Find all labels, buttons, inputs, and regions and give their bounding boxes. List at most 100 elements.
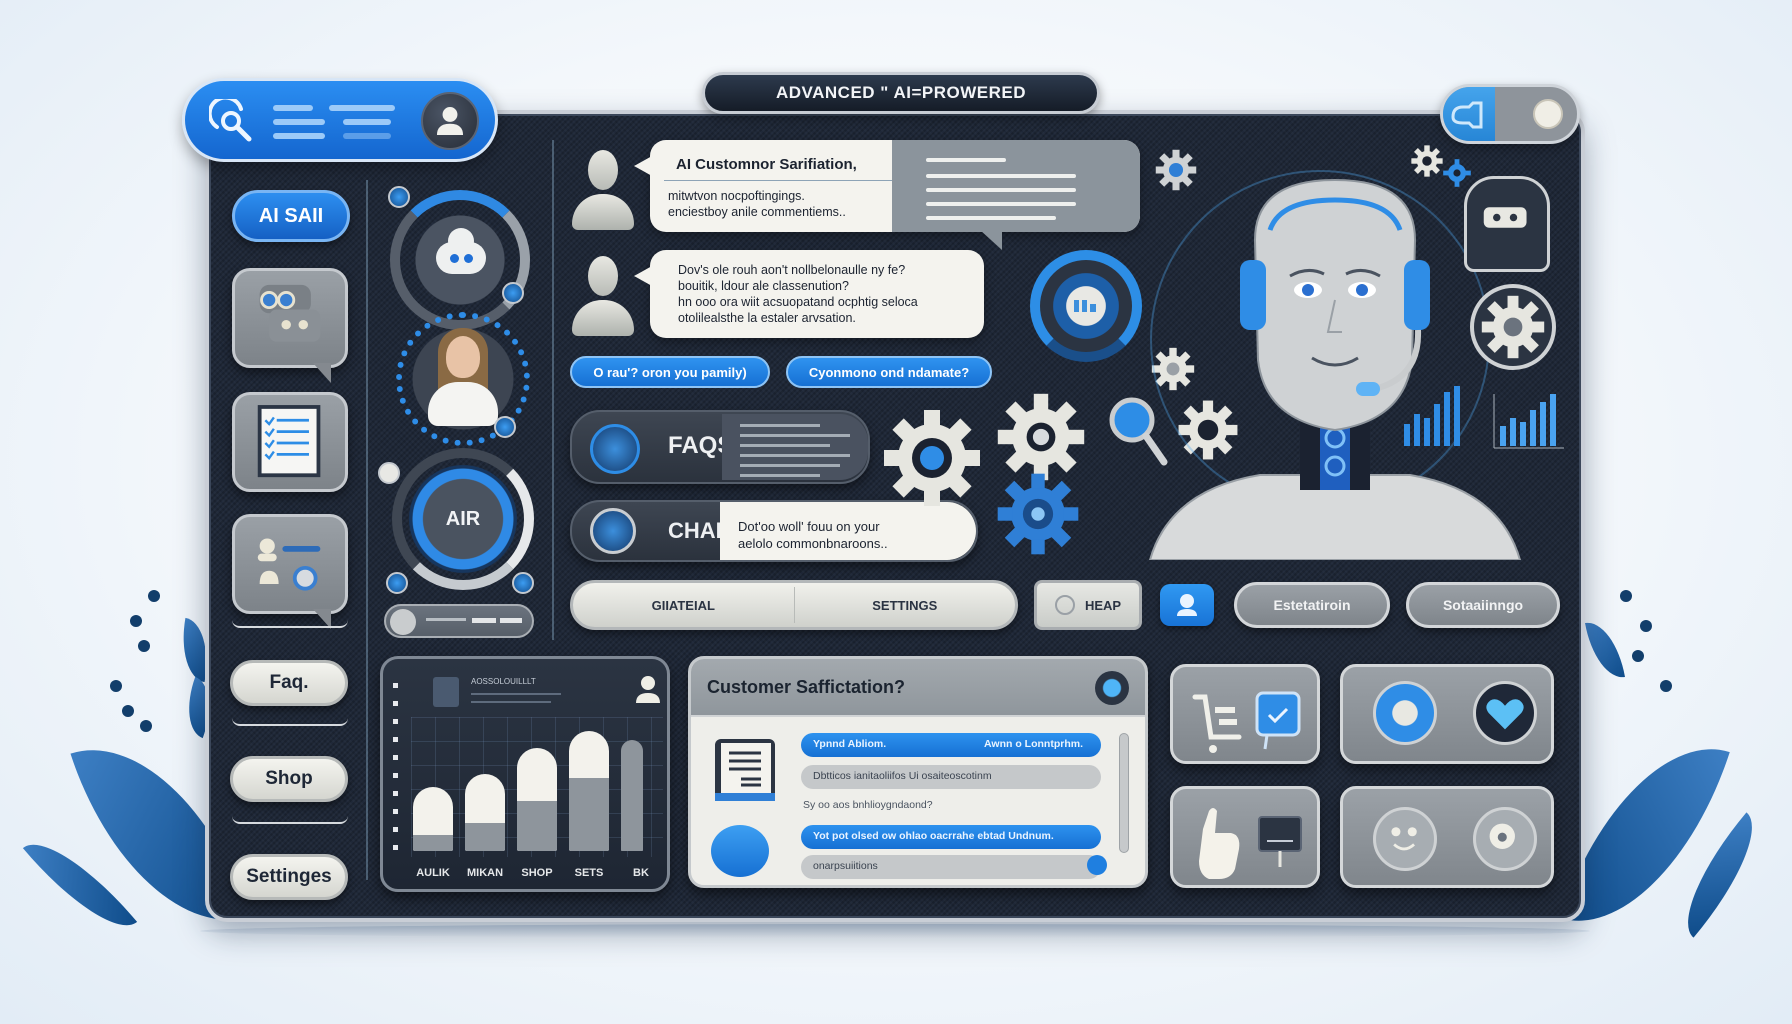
heap-button[interactable]: HEAP — [1034, 580, 1142, 630]
printer-icon — [1373, 681, 1437, 745]
y-axis-tick — [393, 773, 398, 778]
chat-person-icon — [590, 508, 636, 554]
air-dial-knob[interactable] — [512, 572, 534, 594]
segment-settings[interactable]: SETTINGS — [795, 598, 1016, 613]
tile-touch[interactable] — [1170, 786, 1320, 888]
chat-widget[interactable] — [390, 190, 530, 330]
mini-bar-chart — [1404, 386, 1564, 449]
chat-widget-knob[interactable] — [502, 282, 524, 304]
chart-bar-mikan[interactable] — [465, 774, 505, 851]
escalation-button[interactable]: Estetatiroin — [1234, 582, 1390, 628]
scrollbar[interactable] — [1119, 733, 1129, 853]
satisfaction-line[interactable]: Yot pot olsed ow ohlao oacrrahe ebtad Un… — [801, 825, 1101, 849]
satisfaction-line[interactable]: Dbtticos ianitaoliifos Ui osaiteoscotinm — [801, 765, 1101, 789]
y-axis-tick — [393, 845, 398, 850]
chart-tick-label: MIKAN — [466, 867, 504, 879]
sidebar-tile-contacts[interactable] — [232, 514, 348, 629]
send-dot[interactable] — [1087, 855, 1107, 875]
y-axis-tick — [393, 827, 398, 832]
chart-tick-label: SETS — [574, 867, 604, 879]
air-dial-knob[interactable] — [386, 572, 408, 594]
settings-button[interactable]: Sotaaiinngo — [1406, 582, 1560, 628]
divider-line — [366, 180, 368, 880]
sidebar-settings-button[interactable]: Settinges — [230, 854, 348, 900]
chart-bar-shop[interactable] — [517, 748, 557, 851]
toggle-knob[interactable] — [1533, 99, 1563, 129]
message-body: mitwtvon nocpoftingings. enciestboy anil… — [668, 189, 846, 219]
sidebar-faq-button[interactable]: Faq. — [230, 660, 348, 706]
ai-chat-button[interactable]: AI SAII — [232, 190, 350, 242]
y-axis-tick — [393, 737, 398, 742]
user-icon — [1177, 594, 1197, 616]
sidebar-divider — [232, 716, 348, 726]
info-icon — [1054, 595, 1075, 615]
shield-icon — [390, 609, 416, 635]
satisfaction-header: Customer Saffictation? — [691, 659, 1145, 717]
satisfaction-line[interactable]: onarpsuiitions — [801, 855, 1101, 879]
signboard-icon — [1258, 816, 1302, 867]
satisfaction-question: Sy oo aos bnhlioygndaond? — [803, 799, 933, 811]
chat-message: AI Customnor Sarifiation, mitwtvon nocpo… — [634, 140, 1140, 250]
chart-header-text: AOSSOLOUILLLT — [471, 677, 536, 686]
mini-status-bar[interactable] — [384, 604, 534, 638]
chat-bot-icon[interactable] — [711, 825, 769, 877]
smiley-icon — [1373, 807, 1437, 871]
tile-support[interactable] — [1340, 664, 1554, 764]
search-icon[interactable] — [209, 99, 255, 145]
message-title: AI Customnor Sarifiation, — [676, 156, 857, 173]
top-nav-bar — [182, 78, 498, 162]
user-profile-button[interactable] — [1160, 584, 1214, 626]
air-dial[interactable]: AIR — [392, 448, 534, 590]
y-axis-tick — [393, 701, 398, 706]
satisfaction-line[interactable]: Ypnnd Abliom. Awnn o Lonntprhm. — [801, 733, 1101, 757]
plant-right-decoration — [1560, 580, 1778, 952]
window-shadow — [200, 924, 1590, 938]
sidebar-shop-button[interactable]: Shop — [230, 756, 348, 802]
faqs-feature[interactable]: FAQS — [570, 410, 870, 484]
vr-headset-icon — [1483, 207, 1527, 228]
sidebar-divider — [232, 814, 348, 824]
plant-left-decoration — [22, 580, 250, 954]
user-avatar-icon — [572, 256, 634, 346]
bar-chart-card: AOSSOLOUILLLT AULIK MIKAN SHOP SETS BK — [380, 656, 670, 892]
gear-icon — [1481, 295, 1545, 359]
air-dial-knob[interactable] — [378, 462, 400, 484]
agent-status-knob[interactable] — [494, 416, 516, 438]
chart-bar-aulik[interactable] — [413, 787, 453, 851]
segment-tutorial[interactable]: GIIATEIAL — [573, 598, 794, 613]
y-axis-tick — [393, 809, 398, 814]
chap-feature[interactable]: CHAP Dot'oo woll' fouu on your aelolo co… — [570, 500, 978, 562]
check-message-icon — [1255, 691, 1301, 750]
mode-toggle[interactable] — [1440, 84, 1580, 144]
heart-icon — [1473, 681, 1537, 745]
chart-bar-sets[interactable] — [569, 731, 609, 851]
menu-lines-icon[interactable] — [273, 101, 403, 145]
gear-icon — [997, 393, 1085, 481]
faqs-preview — [722, 414, 868, 480]
sidebar-tile-chat[interactable] — [232, 268, 348, 383]
chat-widget-knob[interactable] — [388, 186, 410, 208]
settings-dial[interactable] — [1470, 284, 1556, 370]
quick-reply-chip[interactable]: Cyonmono ond ndamate? — [786, 356, 992, 388]
chart-bar-bk[interactable] — [621, 740, 643, 851]
gear-icon — [997, 473, 1079, 555]
status-indicator[interactable] — [1095, 671, 1129, 705]
segmented-control: GIIATEIAL SETTINGS — [570, 580, 1018, 630]
cloud-chat-icon — [436, 228, 486, 274]
chat-message: Dov's ole rouh aon't nollbelonaulle ny f… — [634, 250, 984, 338]
y-axis-tick — [393, 755, 398, 760]
app-title: ADVANCED " AI=PROWERED — [702, 72, 1100, 114]
gear-icon — [884, 410, 980, 506]
tile-feedback[interactable] — [1340, 786, 1554, 888]
chap-description: Dot'oo woll' fouu on your aelolo commonb… — [720, 502, 976, 560]
user-icon — [636, 676, 660, 703]
quick-reply-chip[interactable]: O rau'? oron you pamily) — [570, 356, 770, 388]
user-avatar-icon — [572, 150, 634, 240]
support-agent-icon[interactable] — [421, 92, 479, 150]
brain-icon — [1473, 807, 1537, 871]
checklist-icon — [257, 405, 321, 478]
vr-headset-panel[interactable] — [1464, 176, 1550, 272]
tile-shop[interactable] — [1170, 664, 1320, 764]
sidebar-tile-tasks[interactable] — [232, 392, 348, 492]
chart-logo-icon — [433, 677, 459, 707]
